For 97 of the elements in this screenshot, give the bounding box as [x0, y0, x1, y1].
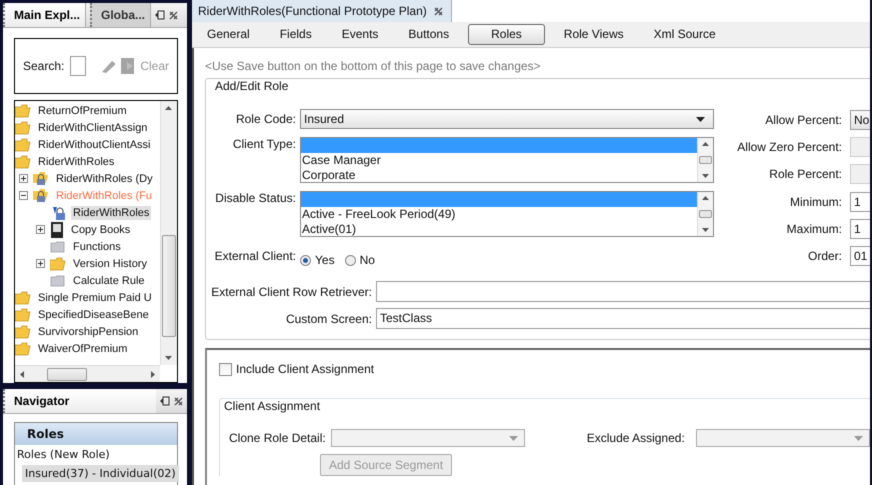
- input-field[interactable]: [376, 281, 870, 302]
- folder-icon: [15, 120, 31, 134]
- tab[interactable]: General: [196, 25, 269, 44]
- document-icon: [50, 204, 66, 220]
- folder-icon: [50, 240, 66, 254]
- folder-icon: [15, 138, 31, 152]
- expander-icon[interactable]: [36, 225, 45, 234]
- book-icon: [50, 222, 64, 238]
- input-field[interactable]: 1: [850, 218, 870, 239]
- tab[interactable]: Role Views: [552, 25, 643, 44]
- tab[interactable]: Xml Source: [642, 25, 735, 44]
- role-code-dropdown[interactable]: Insured: [300, 109, 714, 129]
- input-field[interactable]: 01: [850, 246, 870, 266]
- radio-button[interactable]: [300, 254, 311, 266]
- tree-item[interactable]: Single Premium Paid U: [36, 290, 154, 304]
- caret-icon: [508, 436, 518, 440]
- folder-icon: [15, 290, 31, 304]
- list-option[interactable]: Active(01): [301, 222, 697, 236]
- save-hint: <Use Save button on the bottom of this page to save changes>: [205, 59, 542, 73]
- field-label: Exclude Assigned:: [586, 431, 685, 445]
- close-icon[interactable]: [169, 10, 178, 20]
- tree-item[interactable]: ReturnOfPremium: [36, 104, 129, 118]
- tab[interactable]: Fields: [268, 25, 331, 44]
- panel-tab[interactable]: Main Expl...: [3, 3, 86, 27]
- field-label: External Client:: [214, 249, 296, 263]
- folder-icon: [15, 308, 31, 322]
- tab[interactable]: Buttons: [397, 25, 468, 44]
- folder-icon: [50, 274, 66, 288]
- tree-item[interactable]: RiderWithoutClientAssi: [36, 138, 152, 152]
- locked-folder-icon: [33, 188, 49, 203]
- field-label: Allow Percent:: [764, 112, 842, 127]
- tab[interactable]: Roles: [468, 24, 545, 45]
- dropdown[interactable]: No: [850, 110, 870, 130]
- caret-icon: [854, 436, 863, 440]
- locked-folder-icon: [33, 171, 49, 186]
- tree-item[interactable]: RiderWithRoles: [36, 154, 116, 168]
- folder-icon: [15, 342, 31, 356]
- expander-icon[interactable]: [19, 174, 28, 183]
- restore-icon[interactable]: [155, 10, 166, 20]
- tree-item[interactable]: Copy Books: [69, 222, 132, 236]
- radio-button[interactable]: [344, 254, 356, 266]
- tree-item[interactable]: Functions: [71, 240, 123, 254]
- radio-label: Yes: [315, 253, 335, 267]
- tab[interactable]: Events: [330, 25, 398, 44]
- field-label: Custom Screen:: [284, 312, 372, 326]
- tree-item[interactable]: WaiverOfPremium: [36, 342, 130, 356]
- document-tab[interactable]: RiderWithRoles(Functional Prototype Plan): [192, 0, 452, 22]
- field-label: Minimum:: [788, 194, 842, 209]
- tree-item[interactable]: SurvivorshipPension: [36, 324, 140, 338]
- tree-item[interactable]: RiderWithClientAssign: [36, 120, 150, 134]
- radio-label: No: [360, 253, 375, 267]
- panel-tab[interactable]: Globa...: [90, 3, 152, 27]
- field-label: Role Percent:: [768, 167, 842, 182]
- folder-icon: [15, 104, 31, 118]
- panel-title: Navigator: [3, 389, 156, 413]
- input-field[interactable]: 1: [850, 192, 870, 212]
- search-label: Search:: [23, 59, 64, 73]
- section-legend: Add/Edit Role: [213, 79, 290, 93]
- expander-icon[interactable]: [19, 191, 28, 200]
- field-label: Order:: [806, 249, 842, 264]
- field-label: External Client Row Retriever:: [210, 284, 372, 298]
- checkbox[interactable]: [219, 362, 232, 376]
- horizontal-scrollbar[interactable]: [15, 365, 160, 382]
- close-icon[interactable]: [174, 396, 183, 406]
- close-icon[interactable]: [434, 6, 443, 16]
- caret-icon: [696, 116, 705, 122]
- tree-item[interactable]: Version History: [71, 256, 149, 270]
- folder-icon: [15, 154, 31, 168]
- field-label: Allow Zero Percent:: [736, 140, 842, 154]
- list-option[interactable]: Active - FreeLook Period(49): [301, 207, 697, 222]
- navigator-item[interactable]: Roles (New Role): [17, 448, 110, 461]
- list-option[interactable]: Case Manager: [301, 153, 697, 168]
- tree-item[interactable]: SpecifiedDiseaseBene: [36, 308, 151, 322]
- restore-icon[interactable]: [160, 396, 170, 406]
- field-label: Role Code:: [234, 112, 296, 126]
- input-field[interactable]: TestClass: [376, 308, 870, 329]
- scroll-thumb[interactable]: [699, 210, 712, 218]
- field-label: Clone Role Detail:: [229, 431, 326, 445]
- navigator-item[interactable]: Insured(37) - Individual(02): [22, 465, 179, 482]
- folder-icon: [15, 324, 31, 338]
- expander-icon[interactable]: [36, 259, 45, 268]
- vertical-scrollbar[interactable]: [160, 101, 177, 365]
- search-field[interactable]: [70, 56, 86, 76]
- vertical-scrollbar[interactable]: [697, 192, 713, 236]
- tree-item[interactable]: RiderWithRoles (Dy: [54, 172, 155, 186]
- tree-item[interactable]: RiderWithRoles: [71, 206, 152, 220]
- list-option[interactable]: Corporate: [301, 168, 697, 182]
- section-legend: Client Assignment: [222, 399, 322, 413]
- scroll-thumb[interactable]: [699, 156, 712, 164]
- list-header: Roles: [15, 423, 177, 445]
- tree-item[interactable]: Calculate Rule: [71, 274, 147, 288]
- field-label: Disable Status:: [214, 191, 296, 205]
- vertical-scrollbar[interactable]: [697, 138, 713, 182]
- field-label: Maximum:: [786, 222, 842, 236]
- field-label: Client Type:: [232, 137, 296, 151]
- folder-icon: [50, 256, 66, 270]
- checkbox-label: Include Client Assignment: [236, 362, 374, 376]
